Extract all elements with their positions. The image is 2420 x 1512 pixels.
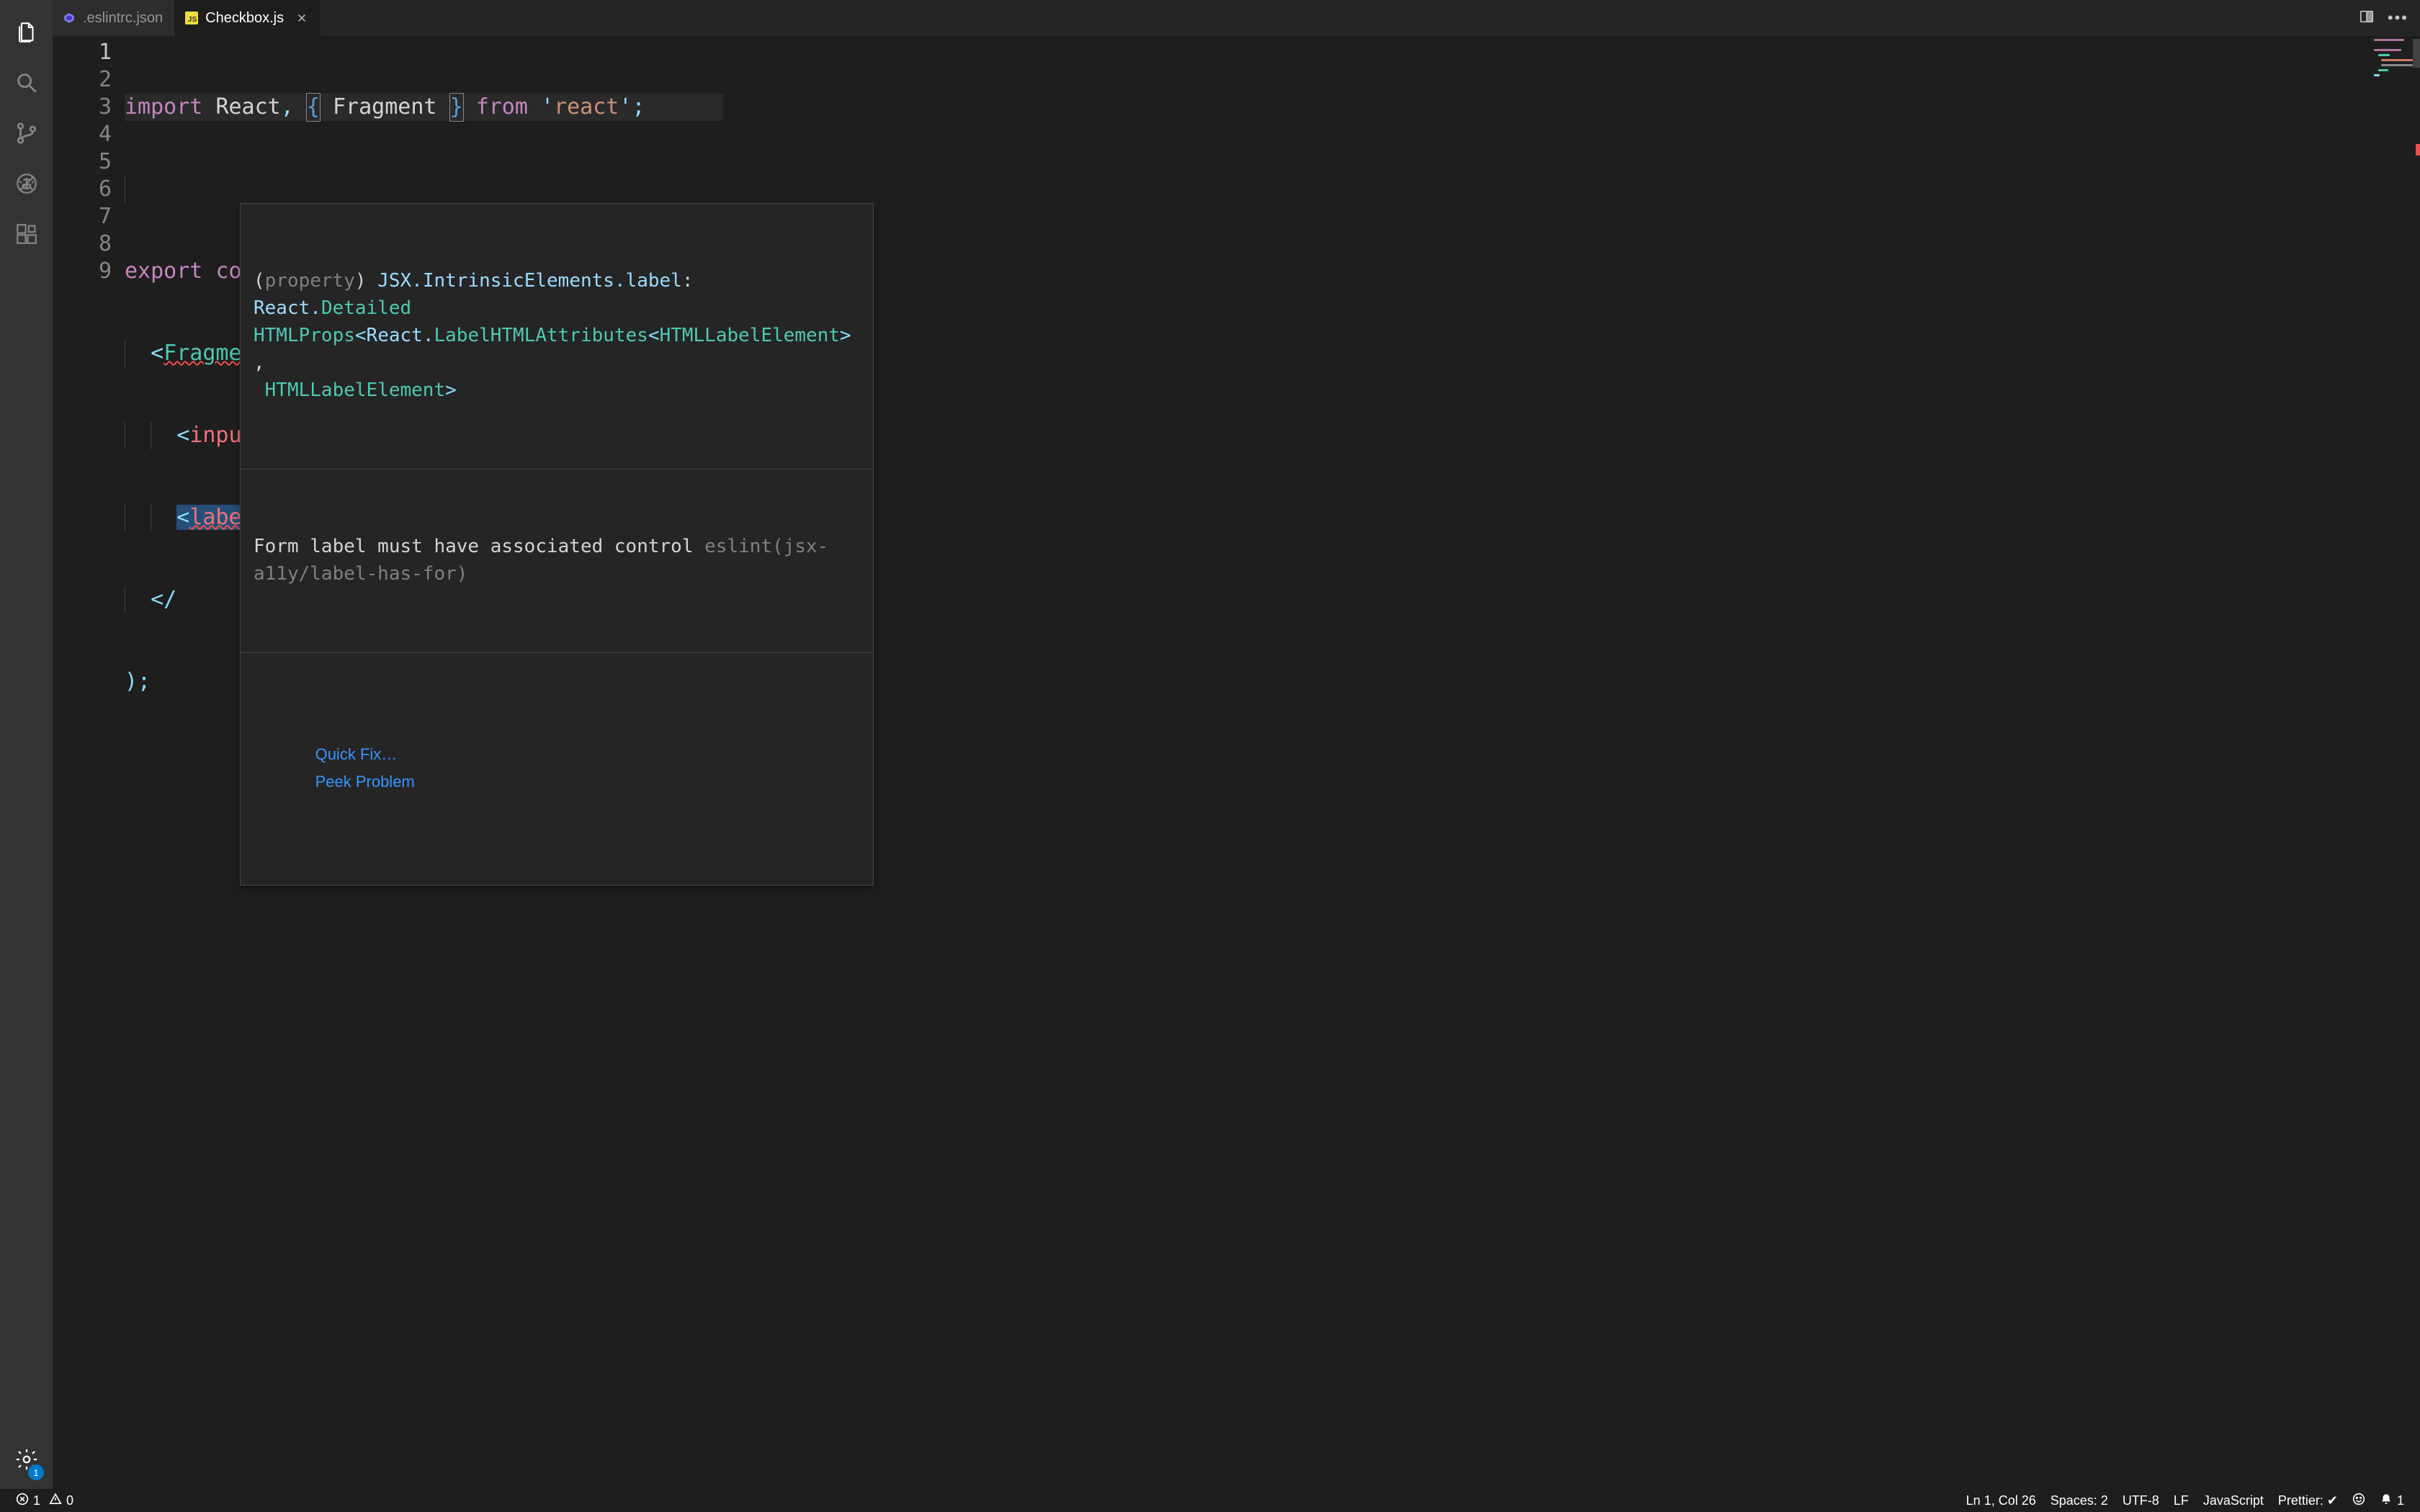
hover-actions: Quick Fix… Peek Problem [241,708,873,830]
extensions-tab[interactable] [0,210,53,261]
split-editor-icon[interactable] [2359,9,2375,28]
status-notifications[interactable]: 1 [2372,1493,2411,1509]
status-ln-col[interactable]: Ln 1, Col 26 [1959,1493,2043,1508]
editor-actions: ••• [2347,0,2420,36]
settings-badge: 1 [28,1464,44,1480]
status-encoding[interactable]: UTF-8 [2115,1493,2166,1508]
hover-tooltip: (property) JSX.IntrinsicElements.label: … [240,203,874,886]
scm-tab[interactable] [0,109,53,160]
status-problems[interactable]: 1 0 [9,1493,81,1509]
search-tab[interactable] [0,59,53,109]
status-prettier[interactable]: Prettier: ✔ [2271,1493,2345,1508]
app-root: 1 .eslintrc.json JS Checkbox.js [0,0,2420,1512]
no-bug-icon [14,171,39,199]
editor-body[interactable]: 1 2 3 4 5 6 7 8 9 import React, { Fragme… [53,36,2420,1489]
quick-fix-link[interactable]: Quick Fix… [315,745,398,763]
close-icon[interactable] [295,12,308,24]
smiley-icon [2352,1493,2365,1509]
divider [241,652,873,653]
code-line [125,176,723,203]
activity-bar: 1 [0,0,53,1489]
peek-problem-link[interactable]: Peek Problem [315,773,415,791]
error-icon [16,1493,29,1509]
tabs-spacer [321,0,2347,36]
error-marker[interactable] [2416,144,2420,156]
status-bar: 1 0 Ln 1, Col 26 Spaces: 2 UTF-8 LF Java… [0,1489,2420,1512]
status-feedback[interactable] [2345,1493,2372,1509]
tab-checkbox[interactable]: JS Checkbox.js [175,0,321,36]
bell-icon [2380,1493,2393,1509]
branch-icon [14,121,39,149]
hover-signature: (property) JSX.IntrinsicElements.label: … [241,258,873,414]
hover-message: Form label must have associated control … [241,524,873,598]
settings-button[interactable]: 1 [0,1436,53,1486]
line-gutter: 1 2 3 4 5 6 7 8 9 [53,36,125,1489]
files-icon [14,20,39,48]
warning-icon [49,1493,62,1509]
status-language[interactable]: JavaScript [2196,1493,2271,1508]
status-spaces[interactable]: Spaces: 2 [2043,1493,2115,1508]
tab-bar: .eslintrc.json JS Checkbox.js ••• [53,0,2420,36]
extensions-icon [14,222,39,250]
status-eol[interactable]: LF [2166,1493,2196,1508]
more-actions-icon[interactable]: ••• [2388,9,2408,27]
code-content[interactable]: import React, { Fragment } from 'react';… [125,36,723,1489]
eslint-icon [63,12,76,24]
js-icon: JS [185,12,198,24]
debug-tab[interactable] [0,160,53,210]
code-line: import React, { Fragment } from 'react'; [125,94,723,121]
top-region: 1 .eslintrc.json JS Checkbox.js [0,0,2420,1489]
search-icon [14,71,39,99]
tab-label: Checkbox.js [205,10,284,27]
minimap[interactable] [2374,39,2410,327]
editor-area: .eslintrc.json JS Checkbox.js ••• [53,0,2420,1489]
tab-eslintrc[interactable]: .eslintrc.json [53,0,175,36]
explorer-tab[interactable] [0,9,53,59]
tab-label: .eslintrc.json [83,10,163,27]
vertical-scrollbar[interactable] [2413,39,2420,68]
